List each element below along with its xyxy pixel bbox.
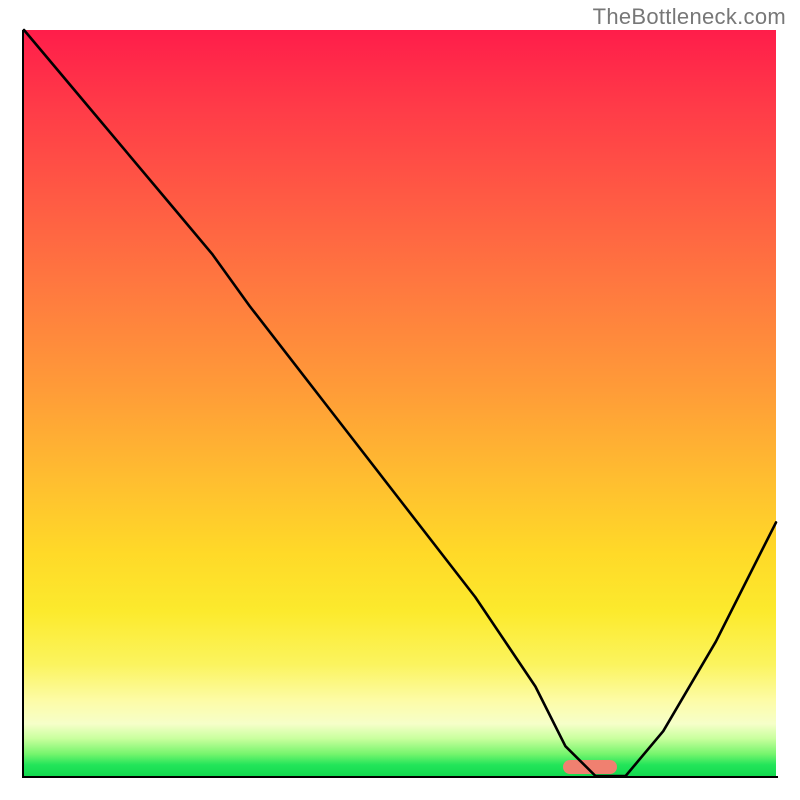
watermark-text: TheBottleneck.com xyxy=(593,4,786,30)
plot-axes xyxy=(22,30,778,778)
chart-frame: TheBottleneck.com xyxy=(0,0,800,800)
